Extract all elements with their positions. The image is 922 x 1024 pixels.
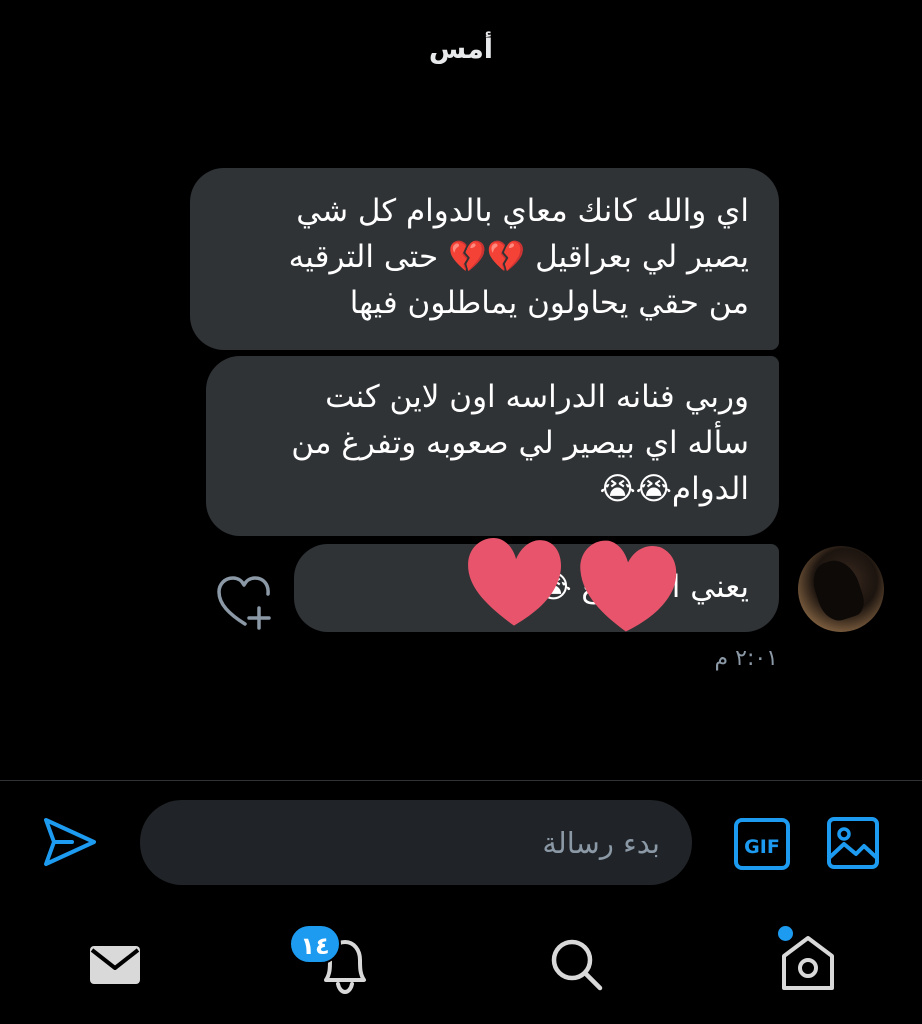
gif-icon[interactable]: GIF <box>734 818 790 870</box>
heart-sticker <box>580 540 677 632</box>
message-line: وربي فنانه الدراسه اون لاين كنت <box>325 379 749 415</box>
notification-badge: ١٤ <box>289 924 341 964</box>
message-line: الدوام😭😭 <box>599 471 749 507</box>
avatar-image <box>807 554 869 626</box>
message-line: من حقي يحاولون يماطلون فيها <box>349 285 749 321</box>
message-line: سأله اي بيصير لي صعوبه وتفرغ من <box>291 425 749 461</box>
message-timestamp: ٢:٠١ م <box>714 646 779 671</box>
message-composer[interactable] <box>140 800 692 885</box>
image-icon[interactable] <box>826 816 880 870</box>
divider <box>0 780 922 781</box>
avatar[interactable] <box>798 546 884 632</box>
home-notification-dot <box>778 926 793 941</box>
mail-icon[interactable] <box>88 938 142 992</box>
search-icon[interactable] <box>548 936 604 992</box>
message-bubble[interactable]: اي والله كانك معاي بالدوام كل شي يصير لي… <box>190 168 779 350</box>
message-bubble[interactable]: وربي فنانه الدراسه اون لاين كنت سأله اي … <box>206 356 779 536</box>
date-header: أمس <box>428 34 494 65</box>
message-input[interactable] <box>170 800 660 885</box>
send-icon[interactable] <box>42 814 98 870</box>
message-line: يصير لي بعراقيل 💔💔 حتى الترقيه <box>288 239 749 275</box>
heart-plus-icon[interactable] <box>215 574 273 630</box>
message-line: اي والله كانك معاي بالدوام كل شي <box>296 193 749 229</box>
heart-sticker <box>468 538 562 626</box>
gif-label: GIF <box>744 836 780 858</box>
